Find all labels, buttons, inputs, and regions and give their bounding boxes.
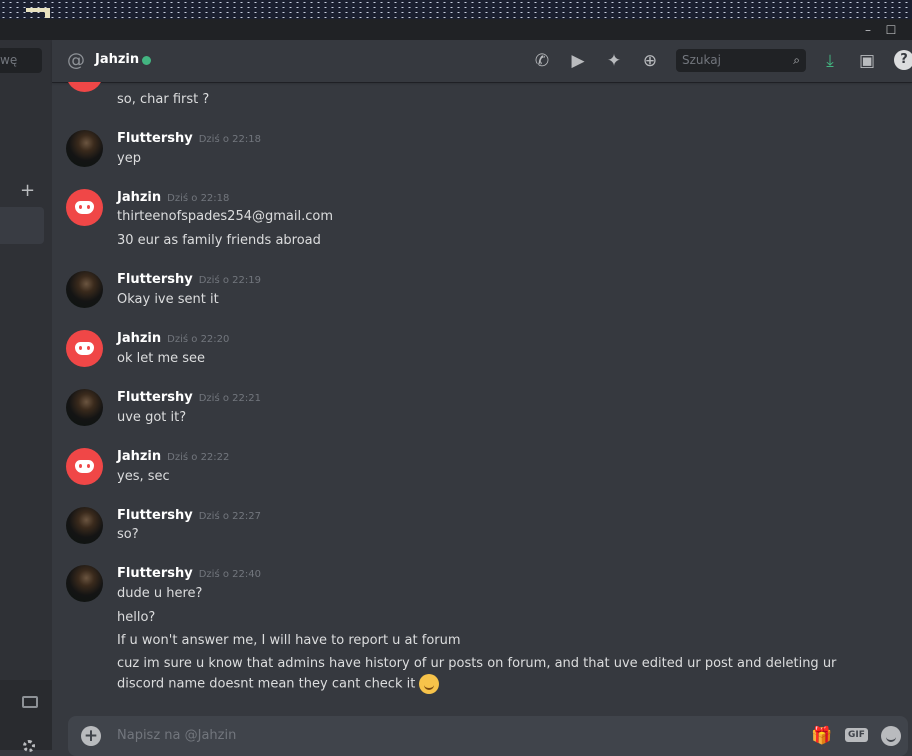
author-name[interactable]: Fluttershy [117, 272, 193, 287]
message-timestamp: Dziś o 22:18 [167, 193, 230, 204]
message-author[interactable]: Fluttershy Dziś o 22:18 [117, 131, 261, 146]
chat-header: @ Jahzin ✆ ▶ ✦ ⊕ Szukaj ⌕ ⤓ ▣ ? [52, 40, 912, 82]
online-status-icon [142, 56, 151, 65]
message-timestamp: Dziś o 22:22 [167, 452, 230, 463]
message-text: Okay ive sent it [117, 292, 219, 307]
message-text: yes, sec [117, 469, 170, 484]
message-text: uve got it? [117, 410, 187, 425]
message-author[interactable]: Jahzin Dziś o 22:20 [117, 331, 229, 346]
message-text: thirteenofspades254@gmail.com [117, 209, 333, 224]
voice-call-icon[interactable]: ✆ [531, 50, 553, 72]
slightly-smiling-emoji-icon [419, 674, 440, 694]
author-name[interactable]: Fluttershy [117, 390, 193, 405]
message-author[interactable]: Fluttershy Dziś o 22:40 [117, 566, 261, 581]
dm-sidebar: wę + [0, 40, 52, 752]
inbox-icon[interactable]: ▣ [856, 50, 878, 72]
add-friend-icon[interactable]: ⊕ [639, 50, 661, 72]
message-author[interactable]: Jahzin Dziś o 22:18 [117, 190, 229, 205]
avatar[interactable] [66, 189, 103, 226]
message-timestamp: Dziś o 22:19 [198, 275, 261, 286]
find-conversation-input[interactable]: wę [0, 48, 42, 73]
maximize-button[interactable]: ☐ [884, 23, 898, 37]
recipient-name: Jahzin [95, 52, 140, 67]
gif-picker-icon[interactable]: GIF [845, 728, 868, 742]
message-text-content: cuz im sure u know that admins have hist… [117, 656, 837, 692]
help-icon[interactable]: ? [894, 50, 912, 70]
author-name[interactable]: Jahzin [117, 449, 161, 464]
message-text: ok let me see [117, 351, 206, 366]
message-author[interactable]: Fluttershy Dziś o 22:27 [117, 508, 261, 523]
window-titlebar: – ☐ [0, 19, 912, 40]
message-timestamp: Dziś o 22:21 [198, 393, 261, 404]
gift-icon[interactable]: 🎁 [811, 726, 832, 746]
author-name[interactable]: Fluttershy [117, 566, 193, 581]
pin-icon[interactable]: ✦ [603, 50, 625, 72]
message-timestamp: Dziś o 22:27 [198, 511, 261, 522]
add-attachment-icon[interactable]: + [81, 726, 101, 746]
download-icon[interactable]: ⤓ [819, 50, 841, 72]
message-timestamp: Dziś o 22:18 [198, 134, 261, 145]
search-icon: ⌕ [793, 53, 800, 67]
emoji-picker-icon[interactable] [881, 726, 901, 746]
message-text: yep [117, 151, 141, 166]
minimize-button[interactable]: – [861, 23, 875, 37]
avatar[interactable] [66, 271, 103, 308]
avatar [66, 82, 103, 92]
settings-gear-icon[interactable] [23, 740, 35, 752]
message-input[interactable]: Napisz na @Jahzin [117, 728, 236, 743]
message-text: so, char first ? [117, 92, 210, 107]
message-text: If u won't answer me, I will have to rep… [117, 633, 461, 648]
message-text: cuz im sure u know that admins have hist… [117, 654, 877, 695]
avatar[interactable] [66, 330, 103, 367]
message-author[interactable]: Jahzin Dziś o 22:22 [117, 449, 229, 464]
search-placeholder: Szukaj [682, 53, 721, 67]
video-call-icon[interactable]: ▶ [567, 50, 589, 72]
message-text: so? [117, 527, 139, 542]
screen-share-icon[interactable] [22, 696, 38, 708]
message-author[interactable]: Fluttershy Dziś o 22:19 [117, 272, 261, 287]
message-text: dude u here? [117, 586, 203, 601]
author-name[interactable]: Fluttershy [117, 508, 193, 523]
message-text: hello? [117, 610, 156, 625]
user-panel [0, 680, 52, 752]
avatar[interactable] [66, 130, 103, 167]
message-timestamp: Dziś o 22:20 [167, 334, 230, 345]
avatar[interactable] [66, 448, 103, 485]
avatar[interactable] [66, 507, 103, 544]
avatar[interactable] [66, 565, 103, 602]
message-author[interactable]: Fluttershy Dziś o 22:21 [117, 390, 261, 405]
message-timestamp: Dziś o 22:40 [198, 569, 261, 580]
wallpaper-logo [26, 8, 50, 18]
search-input[interactable]: Szukaj ⌕ [676, 49, 806, 72]
author-name[interactable]: Jahzin [117, 190, 161, 205]
message-text: 30 eur as family friends abroad [117, 233, 321, 248]
create-dm-button[interactable]: + [20, 180, 35, 201]
message-list: so, char first ? Fluttershy Dziś o 22:18 … [52, 82, 912, 710]
desktop-wallpaper [0, 0, 912, 19]
author-name[interactable]: Jahzin [117, 331, 161, 346]
author-name[interactable]: Fluttershy [117, 131, 193, 146]
at-icon: @ [67, 50, 85, 71]
dm-item-selected[interactable] [0, 207, 44, 244]
avatar[interactable] [66, 389, 103, 426]
message-composer[interactable]: + Napisz na @Jahzin 🎁 GIF [68, 716, 908, 756]
